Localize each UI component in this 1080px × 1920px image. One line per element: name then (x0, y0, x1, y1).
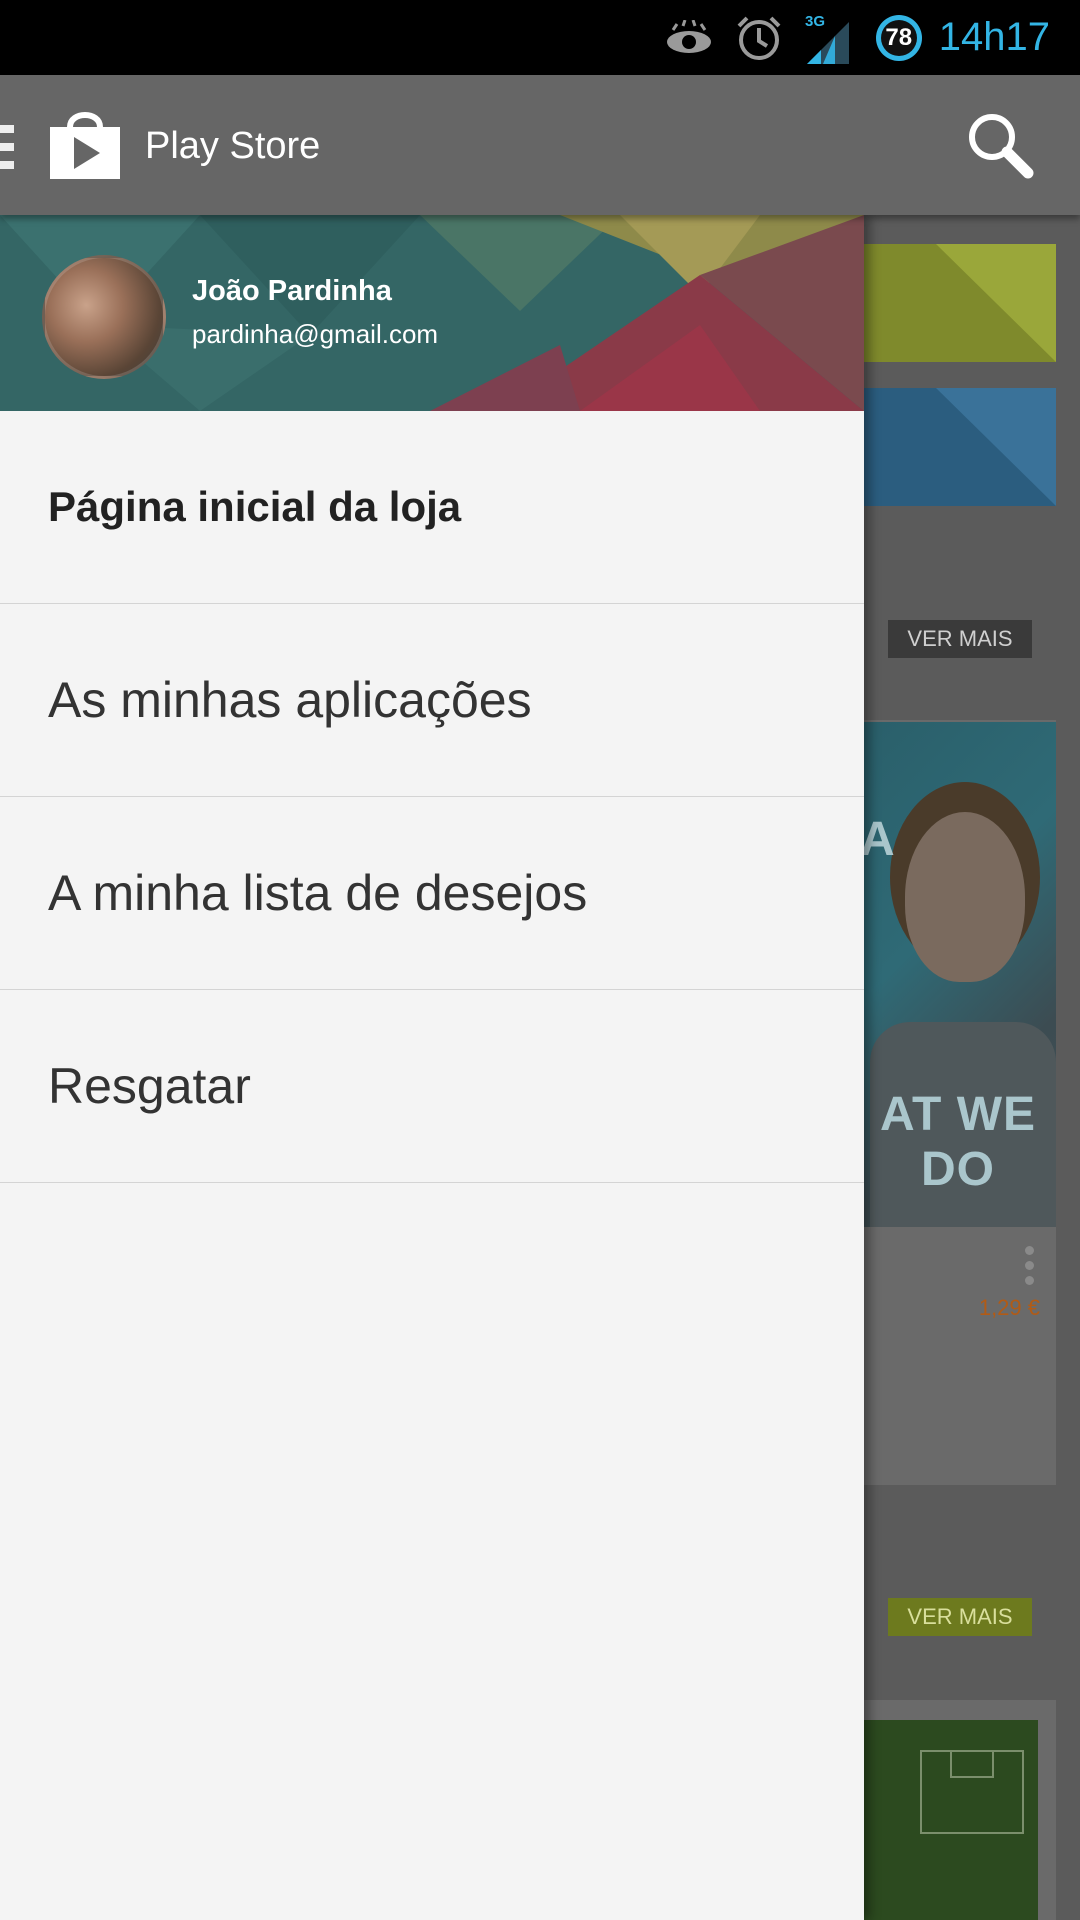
avatar[interactable] (42, 255, 166, 379)
status-bar: 3G 78 14h17 (0, 0, 1080, 75)
account-header[interactable]: João Pardinha pardinha@gmail.com (0, 215, 864, 411)
drawer-item-wishlist[interactable]: A minha lista de desejos (0, 797, 864, 990)
banner-green[interactable] (860, 244, 1056, 362)
game-screenshot-image[interactable] (860, 1720, 1038, 1920)
price-label: 1,29 € (978, 1295, 1040, 1320)
svg-text:3G: 3G (805, 13, 825, 30)
app-title: Play Store (145, 125, 321, 167)
drawer-item-label: Resgatar (48, 1058, 251, 1114)
user-name: João Pardinha (192, 275, 392, 307)
navigation-drawer: João Pardinha pardinha@gmail.com Página … (0, 215, 864, 1920)
drawer-item-store-home[interactable]: Página inicial da loja (0, 411, 864, 604)
signal-3g-icon: 3G (805, 12, 851, 64)
eye-icon (665, 19, 713, 56)
overflow-menu-icon[interactable] (1025, 1246, 1035, 1291)
action-bar: Play Store (0, 75, 1080, 215)
battery-icon: 78 (873, 12, 925, 64)
drawer-item-label: A minha lista de desejos (48, 865, 588, 921)
drawer-item-my-apps[interactable]: As minhas aplicações (0, 604, 864, 797)
play-store-icon[interactable] (48, 105, 122, 185)
drawer-item-redeem[interactable]: Resgatar (0, 990, 864, 1183)
search-icon[interactable] (964, 109, 1036, 185)
poster-text: AT WE DO (879, 1088, 1037, 1196)
menu-icon[interactable] (0, 125, 14, 169)
battery-level: 78 (885, 23, 913, 51)
banner-blue[interactable] (860, 388, 1056, 506)
see-more-button[interactable]: VER MAIS (888, 620, 1032, 658)
see-more-button-2[interactable]: VER MAIS (888, 1598, 1032, 1636)
alarm-icon (735, 14, 783, 62)
drawer-item-label: Página inicial da loja (48, 483, 462, 530)
user-email: pardinha@gmail.com (192, 319, 439, 349)
drawer-item-label: As minhas aplicações (48, 672, 532, 728)
album-cover-image[interactable]: A AT WE DO (860, 722, 1056, 1227)
clock: 14h17 (938, 15, 1050, 59)
poster-letter: A (860, 813, 895, 866)
